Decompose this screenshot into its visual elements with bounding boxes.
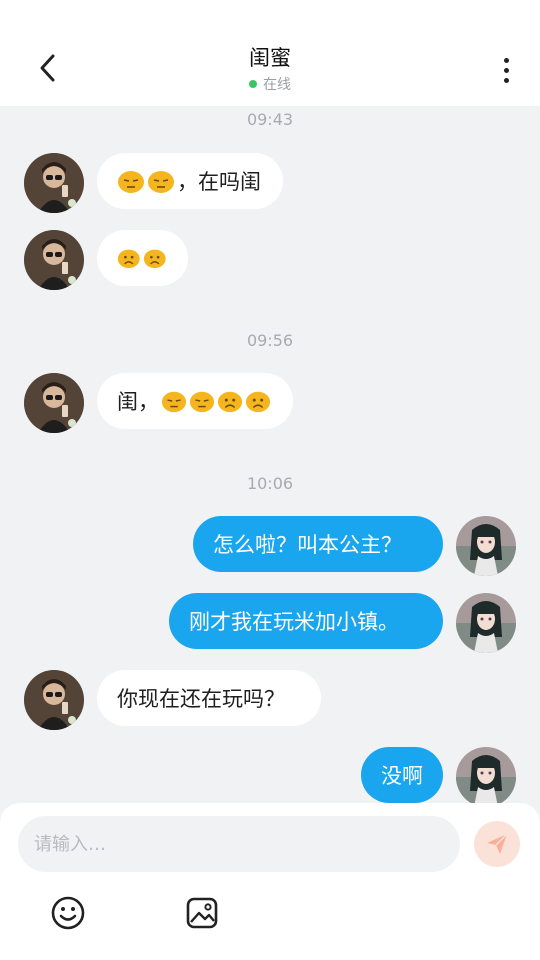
message-bubble-outgoing[interactable]: 刚才我在玩米加小镇。 (169, 593, 443, 649)
title-area: 闺蜜 在线 (0, 44, 540, 94)
more-vertical-icon (503, 57, 509, 63)
timestamp: 09:43 (246, 110, 294, 129)
expressionless-emoji-icon (161, 391, 187, 413)
message-bubble-incoming[interactable] (97, 230, 188, 286)
message-bubble-outgoing[interactable]: 没啊 (361, 747, 443, 803)
emoji-button[interactable] (48, 893, 88, 933)
message-text: ，在吗闺 (177, 170, 261, 194)
friend-avatar[interactable] (24, 230, 84, 290)
message-bubble-incoming[interactable]: 你现在还在玩吗？ (97, 670, 321, 726)
expressionless-emoji-icon (189, 391, 215, 413)
friend-avatar[interactable] (24, 373, 84, 433)
send-icon (487, 833, 508, 854)
message-bubble-outgoing[interactable]: 怎么啦？叫本公主？ (193, 516, 443, 572)
expressionless-emoji-icon (118, 171, 144, 193)
timestamp: 09:56 (246, 331, 294, 350)
frowning-emoji-icon (143, 249, 166, 269)
timestamp: 10:06 (246, 474, 294, 493)
chat-header: 闺蜜 在线 (0, 0, 540, 106)
friend-avatar[interactable] (24, 153, 84, 213)
more-options-button[interactable] (494, 52, 518, 88)
status-text: 在线 (263, 77, 291, 93)
message-text: 刚才我在玩米加小镇。 (189, 610, 399, 634)
more-dot (503, 67, 509, 73)
message-bubble-incoming[interactable]: 闺， (97, 373, 293, 429)
message-text: 你现在还在玩吗？ (117, 687, 285, 711)
frowning-emoji-icon (217, 391, 243, 413)
smiley-icon (51, 896, 85, 930)
friend-avatar[interactable] (24, 670, 84, 730)
message-bubble-incoming[interactable]: ，在吗闺 (97, 153, 283, 209)
message-text: 怎么啦？叫本公主？ (213, 533, 402, 557)
more-dot (503, 77, 509, 83)
expressionless-emoji-icon (148, 171, 174, 193)
frowning-emoji-icon (117, 249, 140, 269)
my-avatar[interactable] (456, 516, 516, 576)
my-avatar[interactable] (456, 593, 516, 653)
frowning-emoji-icon (245, 391, 271, 413)
image-icon (186, 897, 218, 929)
my-avatar[interactable] (456, 747, 516, 807)
chat-title: 闺蜜 (249, 46, 291, 70)
message-text: 闺， (117, 390, 159, 414)
image-button[interactable] (182, 893, 222, 933)
message-composer (0, 803, 540, 960)
status-dot (249, 80, 257, 88)
message-text: 没啊 (381, 764, 423, 788)
message-input[interactable] (18, 816, 460, 872)
send-button[interactable] (474, 821, 520, 867)
online-status: 在线 (0, 74, 540, 94)
